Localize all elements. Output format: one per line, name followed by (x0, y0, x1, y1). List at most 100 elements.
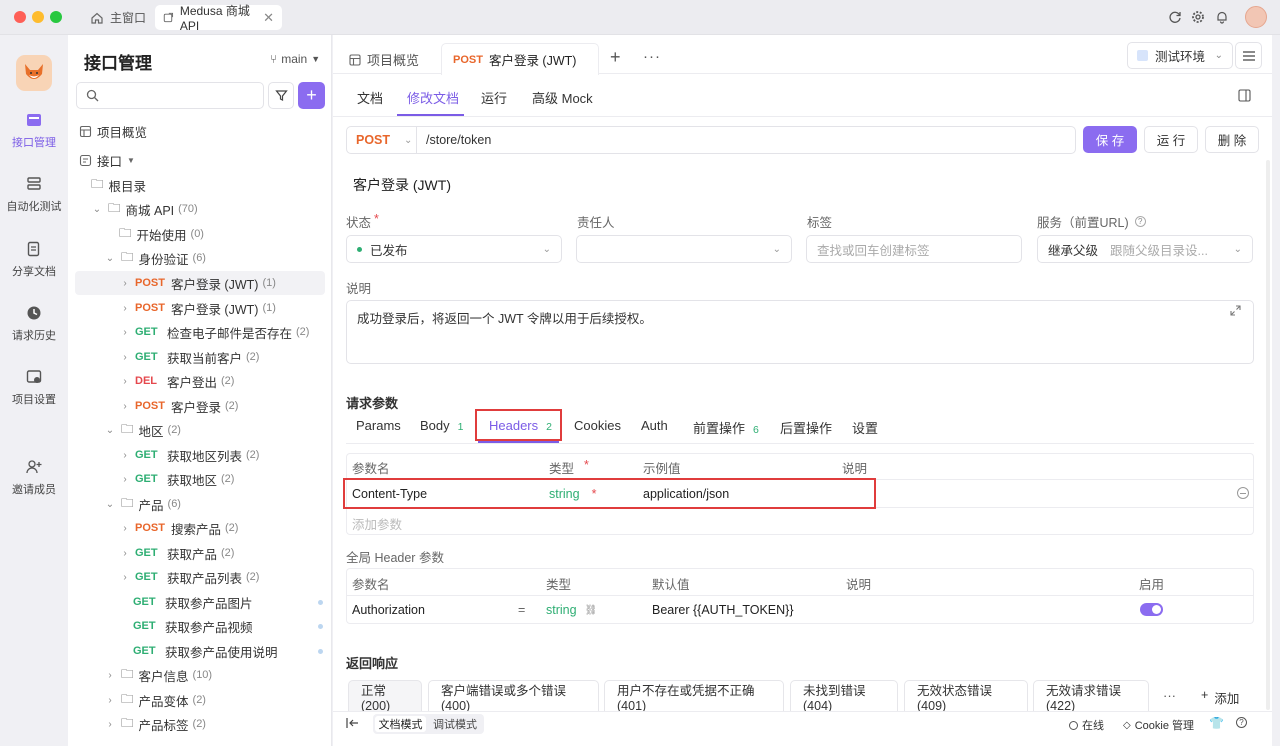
tab-settings[interactable]: 设置 (852, 418, 878, 437)
close-window-button[interactable] (14, 11, 26, 23)
tree-item-endpoint[interactable]: › POST 客户登录 (2) (119, 394, 369, 418)
project-logo[interactable] (16, 55, 52, 91)
description-textarea[interactable]: 成功登录后，将返回一个 JWT 令牌以用于后续授权。 (346, 300, 1254, 364)
subtab-run[interactable]: 运行 (481, 88, 507, 107)
endpoint-title[interactable]: 客户登录 (JWT) (353, 175, 451, 195)
tags-input[interactable]: 查找或回车创建标签 (806, 235, 1022, 263)
tree-item-endpoint[interactable]: › GET 获取当前客户 (2) (119, 345, 369, 369)
tree-item-folder[interactable]: ⌄ 🗀 商城 API (70) (91, 197, 341, 221)
tab-auth[interactable]: Auth (641, 418, 668, 433)
tree-item-folder[interactable]: ⌄ 🗀 身份验证 (6) (104, 246, 354, 270)
save-button[interactable]: 保 存 (1083, 126, 1137, 153)
new-tab-button[interactable]: + (610, 47, 621, 68)
add-param-input[interactable]: 添加参数 (352, 514, 402, 533)
shirt-icon[interactable]: 👕 (1209, 716, 1224, 730)
nav-project-settings[interactable]: 项目设置 (0, 368, 68, 407)
owner-select[interactable]: ⌄ (576, 235, 792, 263)
minimize-window-button[interactable] (32, 11, 44, 23)
header-name-input[interactable]: Content-Type (352, 487, 427, 501)
tree-item-endpoint[interactable]: › GET 获取产品列表 (2) (119, 565, 369, 589)
search-input[interactable] (76, 82, 264, 109)
add-response-button[interactable]: + 添加 (1201, 688, 1239, 707)
subtab-docs[interactable]: 文档 (357, 88, 383, 107)
nav-auto-test[interactable]: 自动化测试 (0, 175, 68, 214)
response-tab[interactable]: 正常(200) (348, 680, 422, 713)
nav-api-management[interactable]: 接口管理 (0, 111, 68, 150)
tab-post-ops[interactable]: 后置操作 (780, 418, 832, 437)
response-tab[interactable]: 无效状态错误(409) (904, 680, 1028, 713)
path-input[interactable]: /store/token (417, 133, 491, 147)
tree-item-endpoint[interactable]: › DEL 客户登出 (2) (119, 369, 369, 393)
tab-cookies[interactable]: Cookies (574, 418, 621, 433)
tree-item-endpoint[interactable]: › POST 客户登录 (JWT) (1) (75, 271, 325, 295)
tree-item-folder[interactable]: › 🗀 产品标签 (2) (104, 712, 354, 736)
tab-body[interactable]: Body 1 (420, 418, 463, 433)
gear-icon[interactable] (1191, 10, 1205, 24)
more-responses-button[interactable]: ··· (1163, 688, 1176, 703)
avatar[interactable] (1245, 6, 1267, 28)
tab-params[interactable]: Params (356, 418, 401, 433)
more-tabs-button[interactable]: ··· (643, 48, 661, 65)
tab-project-overview[interactable]: 项目概览 (349, 50, 419, 69)
tab-pre-ops[interactable]: 前置操作 6 (693, 418, 759, 437)
tree-item-endpoint[interactable]: › GET 获取地区 (2) (119, 467, 369, 491)
response-tab[interactable]: 客户端错误或多个错误(400) (428, 680, 599, 713)
tree-item-endpoint[interactable]: › GET 获取地区列表 (2) (119, 443, 369, 467)
bell-icon[interactable] (1215, 10, 1229, 24)
help-icon[interactable]: ? (1134, 216, 1146, 227)
tree-item-endpoint[interactable]: › POST 搜索产品 (2) (119, 516, 369, 540)
enable-toggle[interactable] (1140, 603, 1163, 616)
refresh-icon[interactable] (1168, 10, 1182, 24)
expand-icon[interactable] (1230, 305, 1241, 316)
service-select[interactable]: 继承父级 跟随父级目录设... ⌄ (1037, 235, 1253, 263)
tree-item-folder[interactable]: ⌄ 🗀 地区 (2) (104, 418, 354, 442)
tree-item-endpoint[interactable]: › GET 获取产品 (2) (119, 541, 369, 565)
header-type-select[interactable]: string * (549, 487, 596, 501)
online-status[interactable]: 在线 (1069, 717, 1104, 733)
tree-item-endpoint[interactable]: GET 获取参产品图片 (133, 590, 323, 614)
tree-item-folder[interactable]: 🗀 开始使用 (0) (119, 222, 369, 246)
tab-project[interactable]: Medusa 商城 API ✕ (155, 4, 282, 33)
header-example-input[interactable]: application/json (643, 487, 729, 501)
panel-toggle-icon[interactable] (1238, 89, 1251, 102)
tree-item-folder[interactable]: › 🗀 客户信息 (10) (104, 663, 354, 687)
tree-item-folder[interactable]: ⌄ 🗀 产品 (6) (104, 492, 354, 516)
run-button[interactable]: 运 行 (1144, 126, 1198, 153)
tree-item-endpoint[interactable]: › GET 检查电子邮件是否存在 (2) (119, 320, 369, 344)
tree-item-endpoint[interactable]: GET 获取参产品使用说明 (133, 639, 323, 663)
status-select[interactable]: 已发布 ⌄ (346, 235, 562, 263)
scrollbar[interactable] (1266, 160, 1270, 710)
tab-headers[interactable]: Headers 2 (489, 418, 552, 433)
docs-mode-button[interactable]: 文档模式 (375, 716, 426, 732)
tree-item-api-root[interactable]: 接口 ▼ (79, 148, 329, 172)
branch-selector[interactable]: ⑂ main ▼ (270, 52, 320, 66)
maximize-window-button[interactable] (50, 11, 62, 23)
tree-item-root-folder[interactable]: 🗀 根目录 (91, 173, 341, 197)
collapse-sidebar-icon[interactable] (346, 717, 359, 729)
add-button[interactable]: + (298, 82, 325, 109)
menu-button[interactable] (1235, 42, 1262, 69)
environment-select[interactable]: 测试环境 ⌄ (1127, 42, 1233, 69)
response-tab[interactable]: 未找到错误(404) (790, 680, 898, 713)
debug-mode-button[interactable]: 调试模式 (429, 716, 481, 732)
help-icon[interactable]: ? (1236, 717, 1247, 728)
nav-share-docs[interactable]: 分享文档 (0, 240, 68, 279)
close-tab-icon[interactable]: ✕ (263, 10, 274, 26)
subtab-edit-docs[interactable]: 修改文档 (407, 88, 459, 107)
delete-button[interactable]: 删 除 (1205, 126, 1259, 153)
response-tab[interactable]: 无效请求错误(422) (1033, 680, 1149, 713)
tree-item-endpoint[interactable]: › POST 客户登录 (JWT) (1) (119, 296, 369, 320)
subtab-mock[interactable]: 高级 Mock (532, 88, 593, 107)
nav-history[interactable]: 请求历史 (0, 304, 68, 343)
tab-current-endpoint[interactable]: POST 客户登录 (JWT) (441, 43, 599, 75)
tree-item-overview[interactable]: 项目概览 (79, 119, 329, 143)
tree-item-folder[interactable]: › 🗀 产品变体 (2) (104, 688, 354, 712)
tree-item-endpoint[interactable]: GET 获取参产品视频 (133, 614, 323, 638)
filter-button[interactable] (268, 82, 294, 109)
response-tab[interactable]: 用户不存在或凭据不正确(401) (604, 680, 784, 713)
remove-row-icon[interactable] (1237, 487, 1249, 499)
method-select[interactable]: POST ⌄ (347, 127, 417, 153)
cookie-manager-button[interactable]: ◇ Cookie 管理 (1123, 717, 1194, 733)
nav-invite-members[interactable]: 邀请成员 (0, 458, 68, 497)
tab-main-window[interactable]: 主窗口 (82, 5, 154, 30)
